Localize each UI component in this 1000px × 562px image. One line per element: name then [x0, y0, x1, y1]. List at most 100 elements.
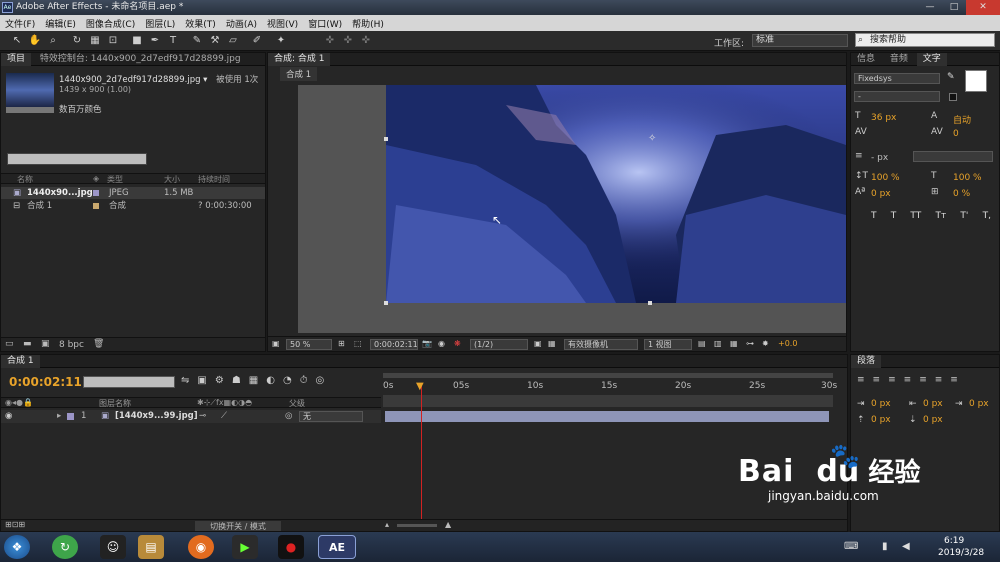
comp-flowchart-icon[interactable]: ⊶ — [746, 337, 754, 351]
work-area-track[interactable] — [383, 395, 833, 407]
tsume-value[interactable]: 0 % — [953, 189, 970, 199]
all-caps-button[interactable]: TT — [910, 211, 921, 221]
layer-duration-bar[interactable] — [385, 411, 829, 422]
after-effects-taskbar-icon[interactable]: AE — [318, 535, 356, 559]
superscript-button[interactable]: T' — [960, 211, 968, 221]
exposure-icon[interactable]: ✸ — [762, 337, 769, 351]
shy-switch-icon[interactable]: ⊸ — [199, 410, 206, 423]
firefox-icon[interactable]: ◉ — [188, 535, 214, 559]
stroke-mode-select[interactable] — [913, 151, 993, 162]
anchor-point-icon[interactable]: ✧ — [648, 133, 656, 144]
selection-tool-icon[interactable]: ↖ — [10, 34, 24, 48]
clock-date[interactable]: 2019/3/28 — [938, 548, 984, 558]
resolution-select[interactable]: (1/2) — [470, 339, 528, 350]
toggle-switches-icon[interactable]: ⊞⊡⊞ — [5, 520, 25, 529]
indent-right-value[interactable]: 0 px — [923, 399, 943, 409]
axis-local-icon[interactable]: ✜ — [323, 34, 337, 48]
small-caps-button[interactable]: Tт — [935, 211, 946, 221]
first-line-indent-value[interactable]: 0 px — [969, 399, 989, 409]
footage-name[interactable]: 1440x900_2d7edf917d28899.jpg ▾ — [59, 75, 207, 85]
work-area-bar[interactable] — [383, 373, 833, 378]
layer-row[interactable]: ◉ ▸ 1 ▣ [1440x9...99.jpg] ⊸ ⟋ ◎ 无 — [1, 410, 381, 423]
parent-select[interactable]: 无 — [299, 411, 363, 422]
close-icon[interactable]: ✕ — [966, 0, 1000, 15]
axis-world-icon[interactable]: ✜ — [341, 34, 355, 48]
browser-360-icon[interactable]: ↻ — [52, 535, 78, 559]
views-select[interactable]: 1 视图 — [644, 339, 692, 350]
pan-behind-tool-icon[interactable]: ⊡ — [106, 34, 120, 48]
menu-edit[interactable]: 编辑(E) — [40, 17, 81, 30]
comp-subtab[interactable]: 合成 1 — [280, 67, 318, 81]
indent-left-value[interactable]: 0 px — [871, 399, 891, 409]
project-row-footage[interactable]: ▣ 1440x90...jpg JPEG 1.5 MB — [1, 187, 265, 199]
stroke-width-value[interactable]: - px — [871, 153, 888, 163]
graph-editor-icon[interactable]: ◔ — [283, 375, 292, 386]
toggle-pixel-icon[interactable]: ▤ — [698, 337, 706, 351]
eyedropper-icon[interactable]: ✎ — [947, 72, 955, 82]
parent-pick-whip-icon[interactable]: ◎ — [285, 410, 292, 423]
comp-timecode[interactable]: 0:00:02:11 — [370, 339, 418, 350]
faux-bold-button[interactable]: T — [871, 211, 877, 221]
live-update-icon[interactable]: ▣ — [197, 375, 206, 386]
project-row-comp[interactable]: ⊟ 合成 1 合成 ? 0:00:30:00 — [1, 200, 265, 212]
menu-window[interactable]: 窗口(W) — [303, 17, 347, 30]
region-of-interest-icon[interactable]: ▣ — [534, 337, 542, 351]
space-after-value[interactable]: 0 px — [923, 415, 943, 425]
exposure-value[interactable]: +0.0 — [778, 337, 797, 351]
col-size[interactable]: 大小 — [164, 174, 180, 185]
tab-paragraph[interactable]: 段落 — [851, 355, 882, 368]
tracking-value[interactable]: 0 — [953, 129, 959, 139]
timeline-timecode[interactable]: 0:00:02:11 — [9, 375, 82, 389]
trash-icon[interactable]: 🗑 — [93, 339, 104, 349]
draft-3d-icon[interactable]: ⚙ — [215, 375, 224, 386]
justify-center-icon[interactable]: ≡ — [919, 375, 927, 385]
baseline-shift-value[interactable]: 0 px — [871, 189, 891, 199]
toggle-switches-modes-button[interactable]: 切换开关 / 模式 — [195, 521, 281, 531]
safe-zones-icon[interactable]: ⊞ — [338, 337, 345, 351]
quality-switch-icon[interactable]: ⟋ — [221, 410, 227, 423]
tab-character[interactable]: 文字 — [916, 53, 947, 66]
rotate-tool-icon[interactable]: ↻ — [70, 34, 84, 48]
col-duration[interactable]: 持续时间 — [198, 174, 230, 185]
hand-tool-icon[interactable]: ✋ — [28, 34, 42, 48]
comp-canvas-image[interactable] — [386, 85, 846, 303]
layer-name[interactable]: [1440x9...99.jpg] — [115, 410, 198, 423]
tab-composition[interactable]: 合成: 合成 1 — [268, 53, 331, 66]
text-tool-icon[interactable]: T — [166, 34, 180, 48]
stopwatch-icon[interactable]: ⏱ — [300, 375, 308, 386]
fast-previews-icon[interactable]: ▥ — [714, 337, 722, 351]
fill-color-swatch[interactable] — [965, 70, 987, 92]
tray-volume-icon[interactable]: ◀ — [902, 541, 910, 552]
new-comp-icon[interactable]: ▣ — [41, 339, 50, 349]
tray-network-icon[interactable]: ▮ — [882, 541, 888, 552]
rectangle-tool-icon[interactable]: ■ — [130, 34, 144, 48]
camera-tool-icon[interactable]: ▦ — [88, 34, 102, 48]
time-ruler[interactable]: 0s 05s 10s 15s 20s 25s 30s — [383, 371, 837, 407]
zoom-in-icon[interactable]: ▲ — [445, 520, 451, 529]
menu-composition[interactable]: 图像合成(C) — [81, 17, 140, 30]
visibility-eye-icon[interactable]: ◉ — [5, 410, 12, 423]
faux-italic-button[interactable]: T — [891, 211, 897, 221]
label-color-swatch[interactable] — [93, 190, 99, 196]
space-before-value[interactable]: 0 px — [871, 415, 891, 425]
always-preview-icon[interactable]: ▣ — [272, 337, 280, 351]
workspace-select[interactable]: 标准 — [752, 34, 848, 47]
timeline-search-input[interactable] — [83, 376, 175, 388]
zoom-out-icon[interactable]: ▴ — [385, 520, 389, 529]
menu-layer[interactable]: 图层(L) — [140, 17, 180, 30]
screen-recorder-icon[interactable]: ● — [278, 535, 304, 559]
playhead-line[interactable] — [421, 383, 422, 531]
qq-icon[interactable]: ☺ — [100, 535, 126, 559]
playhead-handle-icon[interactable]: ▼ — [416, 381, 424, 392]
tray-keyboard-icon[interactable]: ⌨ — [844, 541, 858, 552]
label-tag-icon[interactable]: ◈ — [93, 174, 99, 183]
justify-left-icon[interactable]: ≡ — [904, 375, 912, 385]
menu-view[interactable]: 视图(V) — [262, 17, 303, 30]
menu-effect[interactable]: 效果(T) — [180, 17, 221, 30]
project-search-input[interactable] — [7, 153, 147, 165]
tab-audio[interactable]: 音频 — [884, 53, 914, 66]
expand-arrow-icon[interactable]: ▸ — [57, 410, 61, 423]
brainstorm-icon[interactable]: ◎ — [316, 375, 325, 386]
file-explorer-icon[interactable]: ▤ — [138, 535, 164, 559]
interpret-footage-icon[interactable]: ▭ — [5, 339, 14, 349]
